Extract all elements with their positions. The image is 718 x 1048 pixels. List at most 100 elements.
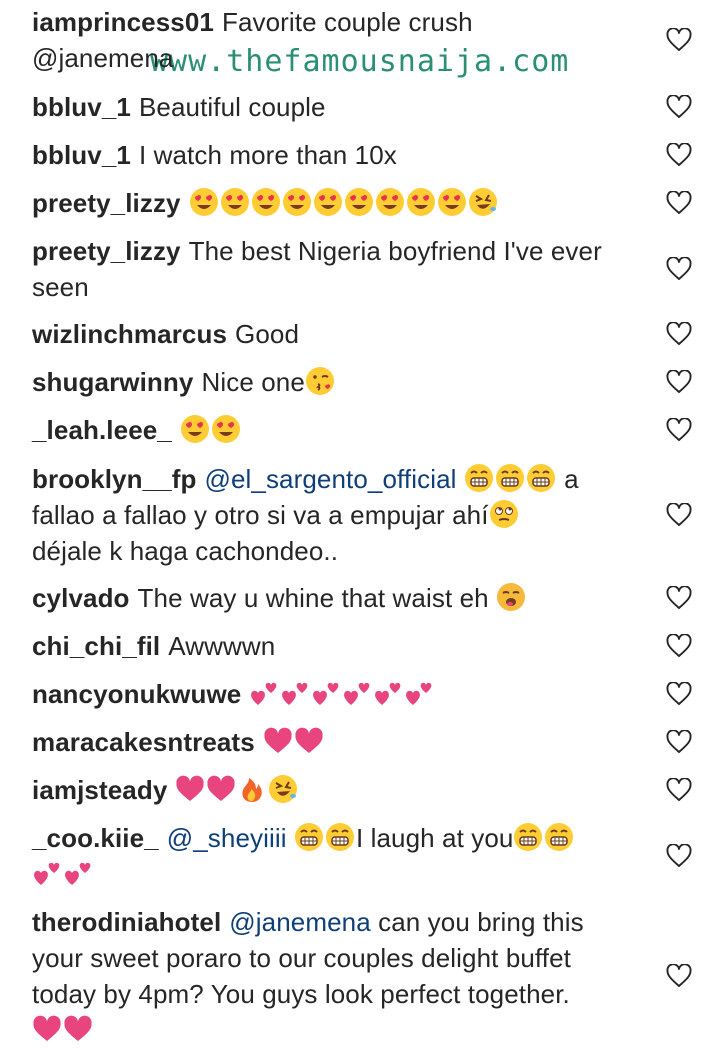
heart-eyes-emoji-icon [344,187,374,217]
two-hearts-emoji-icon [32,858,62,888]
comment-username[interactable]: bbluv_1 [32,92,131,122]
heart-eyes-emoji-icon [375,187,405,217]
comment-text: maracakesntreats [32,724,640,760]
comment-item: _coo.kiie_ @_sheyiiii I laugh at you [32,820,718,892]
two-hearts-emoji-icon [311,678,341,708]
comment-username[interactable]: bbluv_1 [32,140,131,170]
comment-item: shugarwinny Nice one [32,364,718,400]
comment-text: _leah.leee_ [32,412,640,448]
comment-body: Beautiful couple [138,92,326,122]
comment-text: therodiniahotel @janemena can you bring t… [32,904,640,1048]
comment-username[interactable]: iamprincess01 [32,7,214,37]
comment-body: Favorite couple crush [221,7,473,37]
comment-body-continued: déjale k haga cachondeo.. [32,536,339,566]
emoji-row [263,727,325,757]
like-heart-icon[interactable] [666,143,692,167]
like-heart-icon[interactable] [666,730,692,754]
comment-username[interactable]: wizlinchmarcus [32,319,227,349]
comment-username[interactable]: _coo.kiie_ [32,823,159,853]
like-heart-icon[interactable] [666,28,692,52]
comment-text: iamprincess01 Favorite couple crush @jane… [32,4,640,76]
comment-username[interactable]: iamjsteady [32,775,167,805]
comment-mention[interactable]: @janemena [32,43,174,73]
heart-eyes-emoji-icon [251,187,281,217]
comment-username[interactable]: nancyonukwuwe [32,679,241,709]
comment-username[interactable]: cylvado [32,583,130,613]
comment-body: I watch more than 10x [138,140,397,170]
heart-eyes-emoji-icon [180,414,210,444]
two-hearts-emoji-icon [63,858,93,888]
comment-username[interactable]: maracakesntreats [32,727,255,757]
grin-emoji-icon [495,463,525,493]
heart-eyes-emoji-icon [313,187,343,217]
comment-item: wizlinchmarcus Good [32,316,718,352]
drooling-emoji-icon [496,582,526,612]
emoji-row [249,679,435,709]
comment-item: preety_lizzy [32,185,718,221]
like-heart-icon[interactable] [666,418,692,442]
comment-text: brooklyn__fp @el_sargento_official a fall… [32,461,640,569]
emoji-row [305,367,336,397]
comment-item: preety_lizzy The best Nigeria boyfriend I… [32,233,718,305]
comment-text: shugarwinny Nice one [32,364,640,400]
comment-text: wizlinchmarcus Good [32,316,640,352]
like-heart-icon[interactable] [666,586,692,610]
heart-emoji-icon [206,774,236,804]
heart-eyes-emoji-icon [211,414,241,444]
two-hearts-emoji-icon [249,678,279,708]
like-heart-icon[interactable] [666,257,692,281]
like-heart-icon[interactable] [666,95,692,119]
comment-item: bbluv_1 Beautiful couple [32,89,718,125]
two-hearts-emoji-icon [280,678,310,708]
heart-emoji-icon [175,774,205,804]
like-heart-icon[interactable] [666,634,692,658]
like-heart-icon[interactable] [666,682,692,706]
comment-username[interactable]: brooklyn__fp [32,464,196,494]
like-heart-icon[interactable] [666,191,692,215]
comment-username[interactable]: shugarwinny [32,367,193,397]
heart-emoji-icon [294,726,324,756]
comment-item: _leah.leee_ [32,412,718,448]
heart-emoji-icon [63,1014,93,1044]
fire-emoji-icon [237,774,267,804]
comment-username[interactable]: chi_chi_fil [32,631,160,661]
comment-mention[interactable]: @_sheyiiii [167,823,287,853]
emoji-row [175,775,299,805]
heart-eyes-emoji-icon [220,187,250,217]
eye-roll-emoji-icon [489,499,519,529]
rofl-emoji-icon [268,774,298,804]
like-heart-icon[interactable] [666,844,692,868]
comment-item: iamjsteady [32,772,718,808]
grin-emoji-icon [325,822,355,852]
comment-username[interactable]: preety_lizzy [32,236,181,266]
comment-username[interactable]: _leah.leee_ [32,415,172,445]
comment-text: cylvado The way u whine that waist eh [32,580,640,616]
comment-mention[interactable]: @janemena [229,907,371,937]
comment-body: Nice one [201,367,305,397]
rofl-emoji-icon [468,187,498,217]
comment-username[interactable]: preety_lizzy [32,188,181,218]
heart-emoji-icon [32,1014,62,1044]
grin-emoji-icon [464,463,494,493]
like-heart-icon[interactable] [666,503,692,527]
grin-emoji-icon [294,822,324,852]
comment-username[interactable]: therodiniahotel [32,907,221,937]
comment-item: iamprincess01 Favorite couple crush @jane… [32,4,718,76]
grin-emoji-icon [513,822,543,852]
like-heart-icon[interactable] [666,322,692,346]
heart-eyes-emoji-icon [437,187,467,217]
comment-item: nancyonukwuwe [32,676,718,712]
comment-text: bbluv_1 I watch more than 10x [32,137,640,173]
two-hearts-emoji-icon [342,678,372,708]
like-heart-icon[interactable] [666,964,692,988]
comment-mention[interactable]: @el_sargento_official [204,464,456,494]
comment-text: chi_chi_fil Awwwwn [32,628,640,664]
comment-item: bbluv_1 I watch more than 10x [32,137,718,173]
comment-text: iamjsteady [32,772,640,808]
comment-item: cylvado The way u whine that waist eh [32,580,718,616]
like-heart-icon[interactable] [666,778,692,802]
heart-eyes-emoji-icon [189,187,219,217]
comment-text: preety_lizzy The best Nigeria boyfriend I… [32,233,640,305]
comment-body: Good [235,319,300,349]
like-heart-icon[interactable] [666,370,692,394]
